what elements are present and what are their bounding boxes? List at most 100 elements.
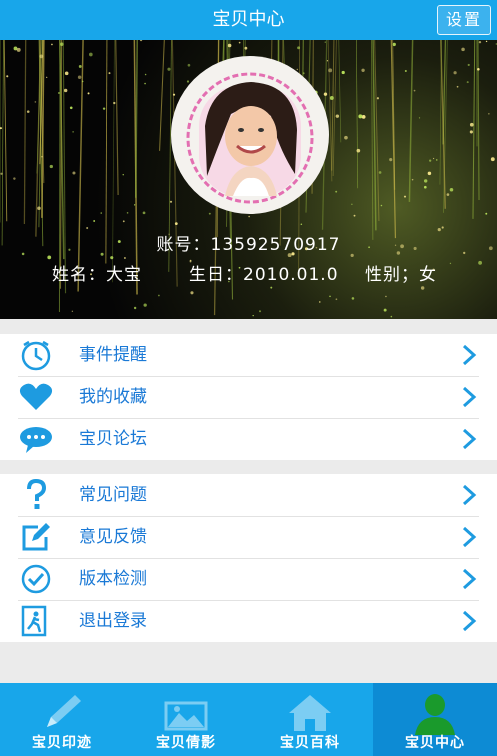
sparkle-dot (335, 114, 340, 118)
sparkle-dot (324, 41, 326, 43)
sparkle-dot (389, 158, 393, 162)
sparkle-dot (46, 76, 48, 78)
sparkle-dot (429, 159, 432, 162)
sparkle-dot (436, 159, 438, 161)
menu-item-logout[interactable]: 退出登录 (0, 600, 497, 642)
avatar-photo (186, 72, 314, 204)
menu-item-forum[interactable]: 宝贝论坛 (0, 418, 497, 460)
tab-baby-center[interactable]: 宝贝中心 (373, 683, 497, 756)
tab-baby-footprints[interactable]: 宝贝印迹 (0, 683, 124, 756)
sparkle-dot (383, 308, 387, 312)
sparkle-dot (88, 52, 93, 57)
home-icon (289, 695, 331, 731)
sparkle-dot (446, 193, 450, 196)
sparkle-dot (47, 255, 52, 260)
sparkle-dot (378, 171, 382, 174)
clock-icon (21, 340, 51, 371)
settings-button[interactable]: 设置 (436, 5, 491, 35)
sparkle-dot (123, 257, 126, 259)
menu-item-version-check[interactable]: 版本检测 (0, 558, 497, 600)
child-birthday: 生日：2010.01.0 (189, 265, 339, 285)
sparkle-dot (329, 95, 334, 100)
sparkle-dot (466, 81, 469, 84)
sparkle-dot (158, 294, 160, 297)
sparkle-dot (122, 174, 124, 176)
sparkle-dot (144, 82, 146, 85)
sparkle-dot (361, 114, 366, 119)
menu-item-favorites[interactable]: 我的收藏 (0, 376, 497, 418)
edit-icon (22, 523, 50, 551)
chevron-right-icon (462, 386, 477, 408)
sparkle-streak (477, 40, 480, 201)
sparkle-dot (93, 220, 96, 222)
sparkle-streak (355, 40, 359, 189)
sparkle-dot (380, 204, 383, 207)
sparkle-dot (403, 195, 407, 198)
menu-item-label: 意见反馈 (79, 527, 147, 547)
sparkle-dot (72, 171, 76, 175)
sparkle-dot (87, 92, 90, 95)
sparkle-dot (456, 85, 459, 88)
menu-item-label: 事件提醒 (79, 345, 147, 365)
child-gender: 性别；女 (365, 265, 437, 285)
sparkle-dot (108, 72, 111, 75)
sparkle-dot (344, 135, 348, 140)
sparkle-dot (461, 47, 465, 52)
sparkle-dot (353, 214, 356, 217)
chevron-right-icon (462, 526, 477, 548)
tab-baby-encyclopedia[interactable]: 宝贝百科 (248, 683, 372, 756)
sparkle-dot (376, 97, 379, 100)
sparkle-dot (467, 63, 470, 67)
sparkle-dot (227, 43, 232, 48)
menu-item-label: 宝贝论坛 (79, 429, 147, 449)
child-name: 姓名：大宝 (52, 265, 142, 285)
sparkle-streak (115, 40, 119, 195)
sparkle-dot (423, 179, 428, 183)
sparkle-dot (469, 130, 473, 134)
sparkle-dot (39, 54, 44, 59)
menu-group-support: 常见问题 意见反馈 版本检测 退出登录 (0, 474, 497, 642)
sparkle-dot (41, 156, 43, 158)
sparkle-dot (81, 80, 84, 83)
sparkle-dot (174, 222, 178, 226)
sparkle-dot (71, 310, 74, 313)
menu-item-feedback[interactable]: 意见反馈 (0, 516, 497, 558)
sparkle-dot (259, 310, 262, 313)
sparkle-dot (449, 262, 452, 265)
menu-item-event-reminder[interactable]: 事件提醒 (0, 334, 497, 376)
heart-icon (19, 383, 53, 410)
sparkle-dot (248, 215, 250, 218)
sparkle-dot (478, 40, 482, 44)
sparkle-dot (490, 157, 495, 162)
sparkle-dot (139, 40, 143, 42)
sparkle-dot (143, 303, 147, 307)
sparkle-streak (134, 40, 138, 198)
sparkle-dot (69, 106, 73, 110)
sparkle-dot (411, 178, 414, 181)
sparkle-dot (133, 306, 137, 310)
sparkle-dot (300, 223, 303, 225)
sparkle-streak (159, 40, 165, 151)
sparkle-dot (418, 117, 421, 119)
sparkle-dot (78, 65, 82, 68)
sparkle-dot (335, 190, 338, 193)
sparkle-dot (16, 47, 21, 52)
sparkle-streak (3, 40, 8, 222)
chat-bubble-icon (20, 427, 52, 453)
sparkle-streak (472, 40, 476, 219)
tab-baby-photos[interactable]: 宝贝倩影 (124, 683, 248, 756)
sparkle-dot (72, 131, 74, 133)
sparkle-dot (453, 71, 457, 75)
sparkle-dot (478, 260, 482, 265)
pencil-icon (47, 695, 81, 727)
sparkle-dot (0, 127, 2, 130)
menu-item-faq[interactable]: 常见问题 (0, 474, 497, 516)
sparkle-streak (23, 40, 27, 225)
sparkle-dot (190, 291, 194, 295)
image-icon (164, 701, 208, 731)
chevron-right-icon (462, 568, 477, 590)
avatar[interactable] (171, 56, 329, 214)
chevron-right-icon (462, 344, 477, 366)
sparkle-dot (297, 46, 301, 50)
chevron-right-icon (462, 610, 477, 632)
